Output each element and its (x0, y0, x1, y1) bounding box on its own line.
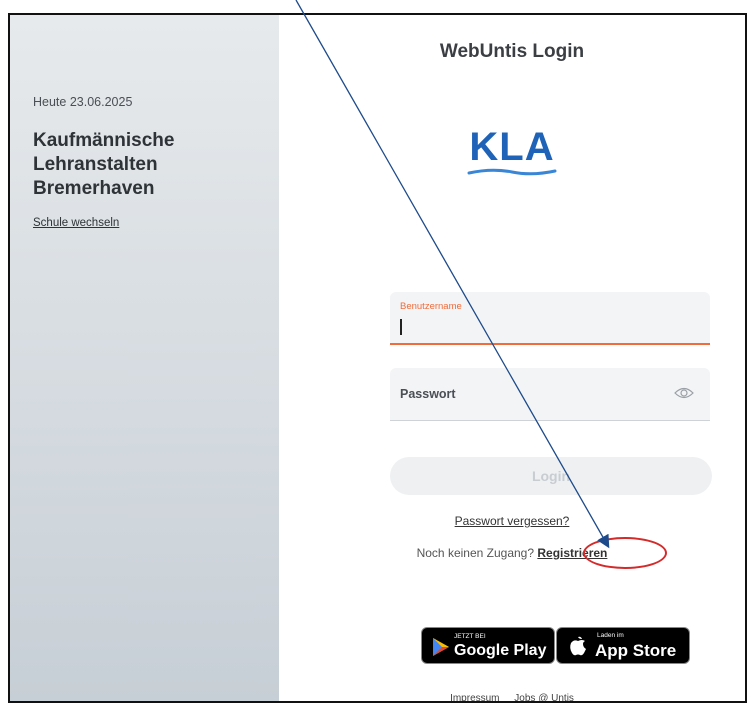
text-caret (400, 319, 402, 335)
password-field[interactable]: Passwort (390, 368, 710, 421)
school-name-line2: Lehranstalten (33, 154, 158, 175)
school-logo: KLA (279, 127, 745, 177)
username-field[interactable]: Benutzername (390, 292, 710, 345)
no-access-text: Noch keinen Zugang? (416, 546, 535, 560)
forgot-password-text: Passwort vergessen (454, 514, 563, 528)
password-label: Passwort (400, 387, 456, 401)
today-date: Heute 23.06.2025 (33, 95, 133, 109)
login-button[interactable]: Login (390, 457, 712, 495)
school-name-line3: Bremerhaven (33, 178, 155, 199)
username-label: Benutzername (400, 301, 462, 312)
browser-frame: Heute 23.06.2025 Kaufmännische Lehransta… (8, 13, 747, 703)
school-name: Kaufmännische Lehranstalten Bremerhaven (33, 129, 174, 201)
app-store-label: App Store (595, 641, 677, 660)
logo-text: KLA (469, 125, 555, 169)
annotation-circle (583, 537, 667, 569)
login-panel: WebUntis Login KLA Benutzername Passwort… (279, 15, 745, 701)
google-play-label: Google Play (454, 642, 547, 659)
footer-links: Impressum Jobs @ Untis (279, 693, 745, 701)
app-store-small-text: Laden im (597, 632, 624, 639)
google-play-badge[interactable]: JETZT BEI Google Play (421, 627, 555, 664)
play-triangle-icon (433, 638, 449, 656)
switch-school-link[interactable]: Schule wechseln (33, 217, 119, 229)
eye-icon[interactable] (674, 386, 694, 400)
google-play-small-text: JETZT BEI (454, 633, 486, 640)
apple-icon (570, 636, 586, 656)
school-name-line1: Kaufmännische (33, 130, 175, 151)
forgot-password-link[interactable]: Passwort vergessen? (279, 514, 745, 528)
jobs-link[interactable]: Jobs @ Untis (514, 693, 574, 701)
app-store-badge[interactable]: Laden im App Store (556, 627, 690, 664)
impressum-link[interactable]: Impressum (450, 693, 499, 701)
page-title: WebUntis Login (439, 41, 585, 62)
forgot-password-question: ? (562, 514, 570, 528)
school-sidebar: Heute 23.06.2025 Kaufmännische Lehransta… (10, 15, 279, 701)
no-access-line: Noch keinen Zugang? Registrieren (279, 546, 745, 560)
